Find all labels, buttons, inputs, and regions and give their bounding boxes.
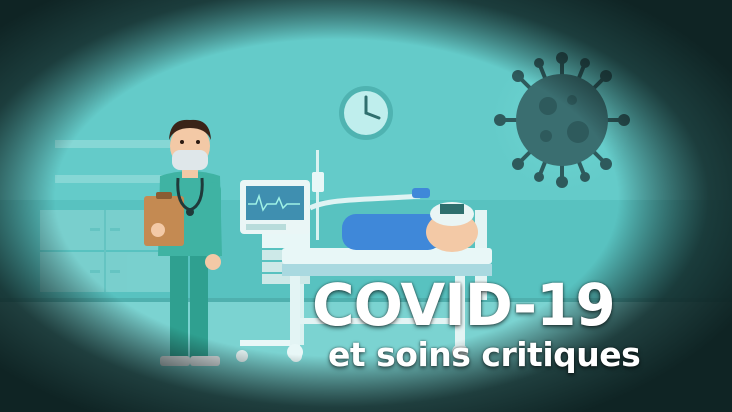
headline-subtitle: et soins critiques [328, 335, 641, 374]
headline-title: COVID-19 [312, 271, 616, 339]
thumbnail-scene: COVID-19 et soins critiques [0, 0, 732, 412]
